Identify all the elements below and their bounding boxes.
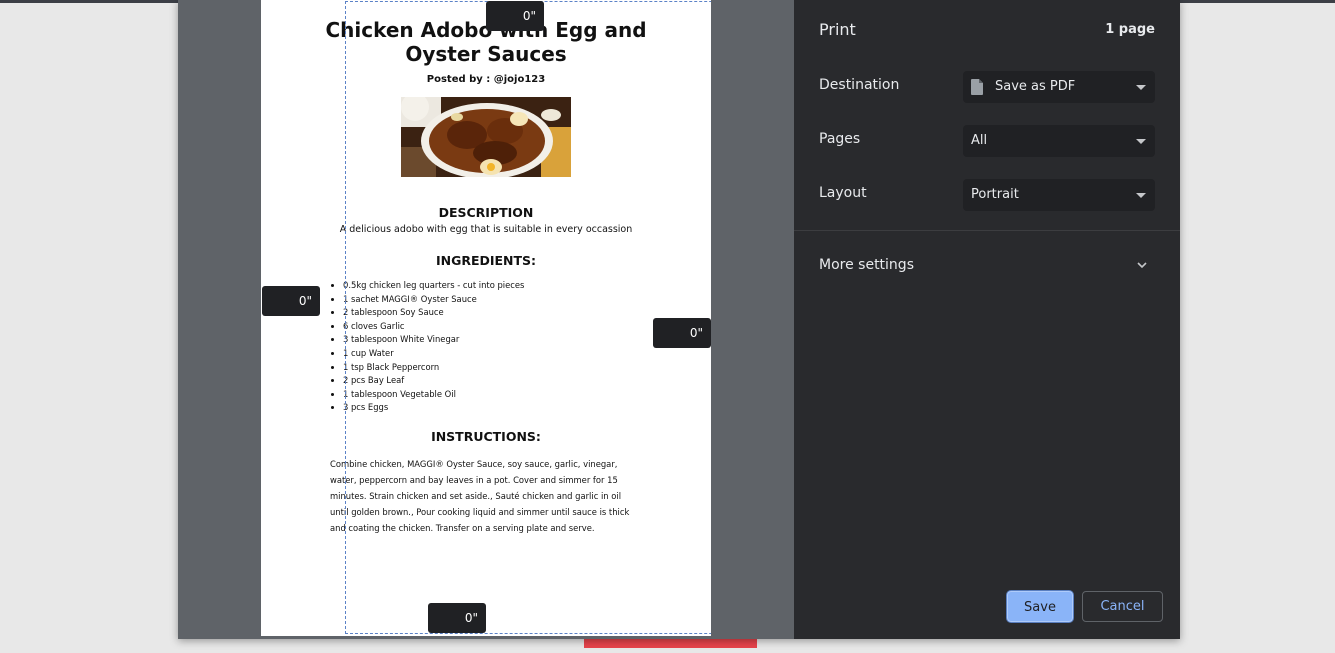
recipe-photo [401, 97, 571, 177]
print-dialog: Chicken Adobo with Egg and Oyster Sauces… [178, 0, 1180, 639]
bottom-margin-input[interactable]: 0" [428, 603, 486, 633]
page-count: 1 page [1105, 22, 1155, 37]
destination-select[interactable]: Save as PDF [963, 71, 1155, 103]
print-title: Print [819, 20, 856, 39]
layout-value: Portrait [971, 187, 1019, 202]
list-item: 1 cup Water [343, 347, 524, 361]
layout-label: Layout [819, 185, 867, 201]
pages-select[interactable]: All [963, 125, 1155, 157]
description-text: A delicious adobo with egg that is suita… [339, 224, 633, 235]
instructions-text: Combine chicken, MAGGI® Oyster Sauce, so… [330, 459, 630, 533]
layout-select[interactable]: Portrait [963, 179, 1155, 211]
caret-down-icon [1136, 193, 1146, 198]
save-button[interactable]: Save [1007, 591, 1073, 622]
list-item: 0.5kg chicken leg quarters - cut into pi… [343, 279, 524, 293]
document-icon [971, 79, 983, 95]
list-item: 3 tablespoon White Vinegar [343, 333, 524, 347]
more-settings-toggle[interactable]: More settings [819, 257, 914, 273]
destination-value: Save as PDF [995, 79, 1076, 94]
print-preview-area[interactable]: Chicken Adobo with Egg and Oyster Sauces… [178, 0, 794, 639]
instructions-heading: INSTRUCTIONS: [431, 429, 541, 444]
print-settings-panel: Print 1 page Destination Save as PDF Pag… [794, 0, 1180, 639]
destination-label: Destination [819, 77, 900, 93]
preview-page: Chicken Adobo with Egg and Oyster Sauces… [261, 0, 711, 636]
chevron-down-icon[interactable] [1135, 258, 1149, 272]
description-heading: DESCRIPTION [438, 205, 534, 220]
pages-value: All [971, 133, 988, 148]
cancel-button[interactable]: Cancel [1082, 591, 1163, 622]
pages-label: Pages [819, 131, 861, 147]
ingredients-heading: INGREDIENTS: [435, 253, 537, 268]
left-margin-input[interactable]: 0" [262, 286, 320, 316]
list-item: 2 pcs Bay Leaf [343, 374, 524, 388]
list-item: 2 tablespoon Soy Sauce [343, 306, 524, 320]
ingredients-list: 0.5kg chicken leg quarters - cut into pi… [329, 279, 524, 415]
list-item: 1 tablespoon Vegetable Oil [343, 388, 524, 402]
top-margin-input[interactable]: 0" [486, 1, 544, 31]
posted-by: Posted by : @jojo123 [426, 74, 546, 85]
list-item: 3 pcs Eggs [343, 401, 524, 415]
settings-divider [794, 230, 1180, 231]
right-margin-input[interactable]: 0" [653, 318, 711, 348]
caret-down-icon [1136, 139, 1146, 144]
list-item: 1 sachet MAGGI® Oyster Sauce [343, 293, 524, 307]
list-item: 1 tsp Black Peppercorn [343, 361, 524, 375]
caret-down-icon [1136, 85, 1146, 90]
list-item: 6 cloves Garlic [343, 320, 524, 334]
